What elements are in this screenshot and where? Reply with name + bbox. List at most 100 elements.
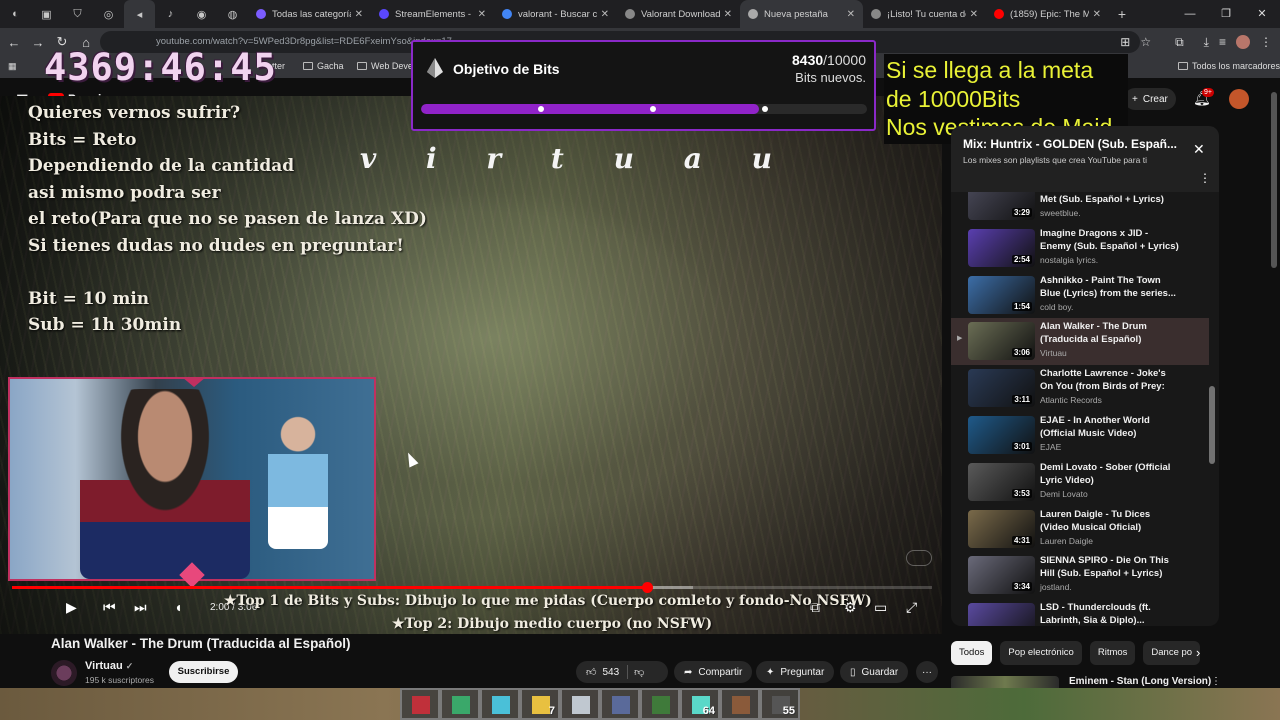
save-button[interactable]: ▯ Guardar <box>840 661 909 683</box>
playlist-item-title[interactable]: SIENNA SPIRO - Die On This Hill (Sub. Es… <box>1040 554 1180 580</box>
playlist-item[interactable]: 3:34 SIENNA SPIRO - Die On This Hill (Sub… <box>951 552 1209 599</box>
like-icon[interactable]: 👍︎ <box>586 666 596 678</box>
playlist-item-title[interactable]: Imagine Dragons x JID - Enemy (Sub. Espa… <box>1040 227 1180 253</box>
dislike-icon[interactable]: 👎︎ <box>634 666 644 678</box>
previous-icon[interactable]: ⏮ <box>103 599 116 616</box>
new-tab-button[interactable]: + <box>1109 6 1135 22</box>
eye-icon[interactable]: ◉ <box>186 0 217 28</box>
filter-chip[interactable]: Todos <box>951 641 993 665</box>
close-tab-icon[interactable]: ✕ <box>355 9 363 20</box>
play-icon[interactable]: ▶ <box>66 599 77 616</box>
bookmark-item[interactable]: Gacha <box>303 61 344 71</box>
more-icon[interactable]: ⋮ <box>1199 171 1211 185</box>
media-icon[interactable]: ≡ <box>1219 35 1226 49</box>
playlist-item-title[interactable]: LEE NAMJOON - The Night We Met (Sub. Esp… <box>1040 192 1180 206</box>
browser-tab[interactable]: ¡Listo! Tu cuenta de ✕ <box>863 0 986 28</box>
fullscreen-icon[interactable]: ⤢ <box>906 599 917 616</box>
profile-avatar[interactable] <box>1236 35 1250 49</box>
more-actions-button[interactable]: ··· <box>916 661 938 683</box>
close-tab-icon[interactable]: ✕ <box>847 9 855 20</box>
all-bookmarks[interactable]: Todos los marcadores <box>1178 61 1280 71</box>
playlist-thumbnail[interactable]: 3:53 <box>968 462 1035 501</box>
ask-button[interactable]: ✦ Preguntar <box>756 661 835 683</box>
playlist-item-title[interactable]: Demi Lovato - Sober (Official Lyric Vide… <box>1040 461 1180 487</box>
bookmark-star-icon[interactable]: ☆ <box>1140 35 1151 49</box>
tiktok-icon[interactable]: ♪ <box>155 0 186 28</box>
maximize-button[interactable]: ❐ <box>1208 0 1244 28</box>
playlist-scrollbar[interactable] <box>1209 386 1215 464</box>
recommendation-title[interactable]: Eminem - Stan (Long Version) <box>1069 676 1211 687</box>
minimize-button[interactable]: — <box>1172 0 1208 28</box>
back-icon[interactable]: ← <box>2 35 26 50</box>
like-count[interactable]: 543 <box>602 667 619 678</box>
apps-icon[interactable]: ▦ <box>8 61 17 72</box>
playlist-item[interactable]: 2:54 Imagine Dragons x JID - Enemy (Sub. … <box>951 225 1209 272</box>
close-icon[interactable]: ✕ <box>1193 141 1205 158</box>
browser-tab[interactable]: Valorant Download th✕ <box>617 0 740 28</box>
audio-icon[interactable]: ◂ <box>124 0 155 28</box>
filter-chip[interactable]: Pop electrónico <box>1000 641 1082 665</box>
playlist-thumbnail[interactable]: 3:06 <box>968 322 1035 361</box>
browser-tab[interactable]: Todas las categorías ✕ <box>248 0 371 28</box>
playlist-thumbnail[interactable]: 2:54 <box>968 228 1035 267</box>
account-avatar[interactable] <box>1229 89 1249 109</box>
chrome-menu-icon[interactable]: ⋮ <box>1260 35 1272 49</box>
playlist-item[interactable]: 3:53 Demi Lovato - Sober (Official Lyric … <box>951 459 1209 506</box>
close-tab-icon[interactable]: ✕ <box>478 9 486 20</box>
channel-avatar[interactable] <box>51 660 77 686</box>
create-button[interactable]: + Crear <box>1124 88 1176 110</box>
filter-chip[interactable]: Dance po <box>1143 641 1201 665</box>
playlist-item[interactable]: 3:01 EJAE - In Another World (Official Mu… <box>951 412 1209 459</box>
playlist-thumbnail[interactable]: 1:54 <box>968 275 1035 314</box>
close-tab-icon[interactable]: ✕ <box>970 9 978 20</box>
playlist-item[interactable]: 3:29 LEE NAMJOON - The Night We Met (Sub.… <box>951 192 1209 225</box>
playlist-item-title[interactable]: Lauren Daigle - Tu Dices (Video Musical … <box>1040 508 1180 534</box>
playlist-item-title[interactable]: EJAE - In Another World (Official Music … <box>1040 414 1180 440</box>
close-tab-icon[interactable]: ✕ <box>1093 9 1101 20</box>
playlist-item[interactable]: 4:31 Lauren Daigle - Tu Dices (Video Musi… <box>951 506 1209 553</box>
share-button[interactable]: ➦ Compartir <box>674 661 753 683</box>
playlist-thumbnail[interactable]: 3:29 <box>968 192 1035 220</box>
more-icon[interactable]: ⋮ <box>1211 676 1221 687</box>
twitch-icon[interactable]: ▣ <box>31 0 62 28</box>
browser-tab[interactable]: StreamElements - Ov✕ <box>371 0 494 28</box>
close-window-button[interactable]: ✕ <box>1244 0 1280 28</box>
miniplayer-icon[interactable]: ▭ <box>874 599 887 616</box>
close-tab-icon[interactable]: ✕ <box>724 9 732 20</box>
next-icon[interactable]: ⏭ <box>134 599 147 616</box>
install-app-icon[interactable]: ⊞ <box>1120 35 1130 49</box>
download-icon[interactable]: ⤓ <box>1204 35 1209 50</box>
shield-icon[interactable]: ⛉ <box>62 0 93 28</box>
hotbar-slot: 55 <box>760 688 800 720</box>
browser-tab[interactable]: (1859) Epic: The Mus✕ <box>986 0 1109 28</box>
volume-icon[interactable]: ◖ <box>174 599 182 615</box>
video-progress-bar[interactable] <box>12 582 932 593</box>
playlist-item-title[interactable]: LSD - Thunderclouds (ft. Labrinth, Sia &… <box>1040 601 1180 626</box>
filter-chip[interactable]: Ritmos <box>1089 641 1136 665</box>
playlist-thumbnail[interactable] <box>968 603 1035 626</box>
channel-name[interactable]: Virtuau ✓ <box>85 660 133 672</box>
playlist-item-title[interactable]: Charlotte Lawrence - Joke's On You (from… <box>1040 367 1180 394</box>
browser-tab[interactable]: Nueva pestaña ✕ <box>740 0 863 28</box>
page-scrollbar[interactable] <box>1271 92 1277 268</box>
scrubber-handle[interactable] <box>641 582 653 593</box>
chevron-right-icon[interactable]: › <box>1196 645 1200 660</box>
playlist-thumbnail[interactable]: 3:34 <box>968 556 1035 595</box>
playlist-item-title[interactable]: Ashnikko - Paint The Town Blue (Lyrics) … <box>1040 274 1180 300</box>
playlist-item[interactable]: 3:11 Charlotte Lawrence - Joke's On You (… <box>951 365 1209 412</box>
circle-icon[interactable]: ◎ <box>93 0 124 28</box>
playlist-item-title[interactable]: Alan Walker - The Drum (Traducida al Esp… <box>1040 320 1180 346</box>
playlist-title[interactable]: Mix: Huntrix - GOLDEN (Sub. Españ... <box>963 137 1183 151</box>
globe-icon[interactable]: ◍ <box>217 0 248 28</box>
playlist-item[interactable]: LSD - Thunderclouds (ft. Labrinth, Sia &… <box>951 599 1209 626</box>
close-tab-icon[interactable]: ✕ <box>601 9 609 20</box>
playlist-thumbnail[interactable]: 3:01 <box>968 416 1035 454</box>
subscribe-button[interactable]: Suscribirse <box>169 661 238 683</box>
playlist-item[interactable]: ▶ 3:06 Alan Walker - The Drum (Traducida a… <box>951 318 1209 366</box>
playlist-thumbnail[interactable]: 3:11 <box>968 369 1035 408</box>
browser-tab[interactable]: valorant - Buscar con✕ <box>494 0 617 28</box>
obs-icon[interactable]: ◐ <box>0 0 31 28</box>
playlist-item[interactable]: 1:54 Ashnikko - Paint The Town Blue (Lyri… <box>951 272 1209 319</box>
extensions-icon[interactable]: ⧉ <box>1175 35 1184 50</box>
playlist-thumbnail[interactable]: 4:31 <box>968 509 1035 548</box>
